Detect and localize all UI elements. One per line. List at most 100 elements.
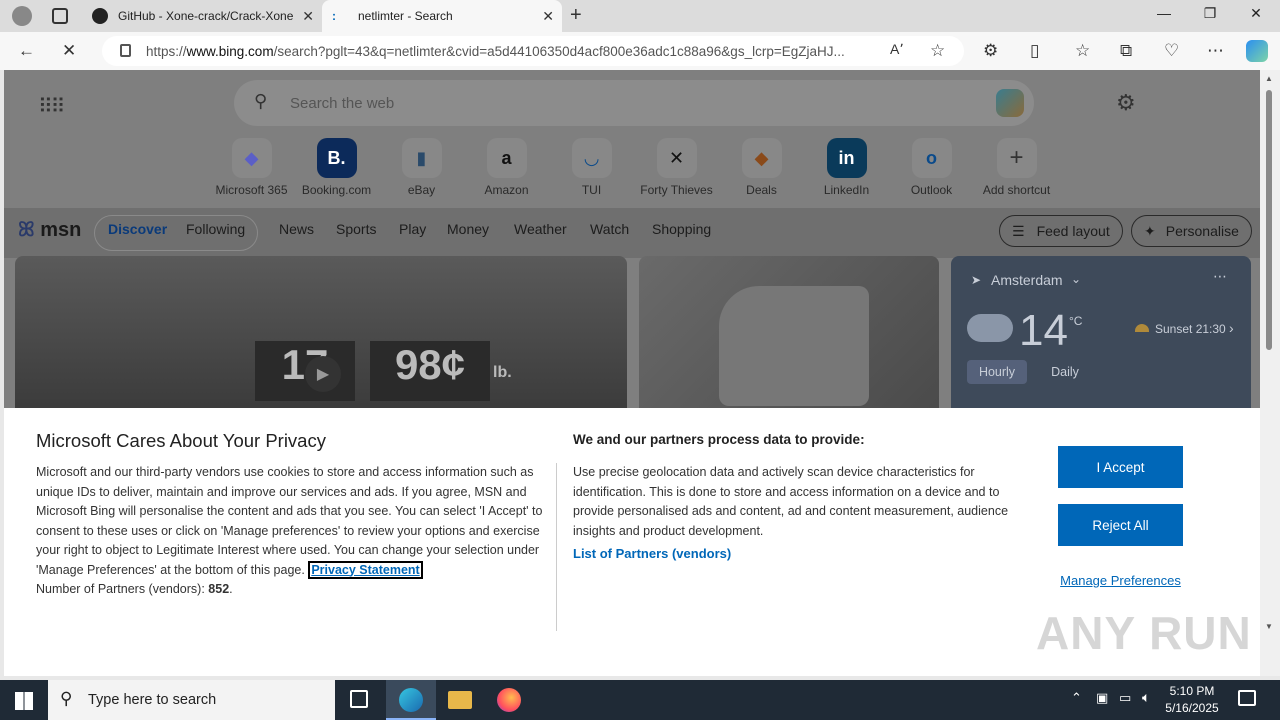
network-icon[interactable]: ▭ [1119,690,1131,706]
tab-following[interactable]: Following [186,221,245,237]
shortcut-label: Amazon [484,183,529,197]
favorite-star-icon[interactable]: ☆ [930,41,945,61]
weather-temp: 14 [1019,306,1068,355]
shortcut-amazon[interactable]: a Amazon [464,138,549,197]
nav-watch[interactable]: Watch [590,221,629,237]
github-icon [92,8,108,24]
back-icon[interactable]: ← [18,41,35,61]
chevron-down-icon[interactable]: ⌄ [1071,272,1081,286]
scroll-up-icon[interactable]: ▲ [1265,74,1273,83]
nav-news[interactable]: News [279,221,314,237]
favorites-icon[interactable]: ☆ [1075,41,1090,61]
volume-icon[interactable]: 🔈︎ [1142,689,1150,706]
copilot-icon[interactable] [1246,40,1268,62]
partners-list-link[interactable]: List of Partners (vendors) [573,546,731,561]
booking-icon: B. [316,138,357,178]
shortcut-forty-thieves[interactable]: ✕ Forty Thieves [634,138,719,197]
stop-loading-icon[interactable]: ✕ [62,41,76,61]
device-icon[interactable]: ▣ [1096,690,1108,706]
new-tab-icon[interactable]: + [570,4,582,27]
shortcut-row: ◆ Microsoft 365 B. Booking.com ▮ eBay a Amaz… [209,138,1059,197]
reject-all-button[interactable]: Reject All [1058,504,1183,546]
manage-preferences-link[interactable]: Manage Preferences [1058,573,1183,588]
tab-daily[interactable]: Daily [1041,360,1089,384]
system-clock[interactable]: 5:10 PM 5/16/2025 [1160,683,1224,717]
taskbar-search-placeholder: Type here to search [88,692,217,708]
nav-money[interactable]: Money [447,221,489,237]
copilot-icon[interactable] [996,89,1024,117]
web-search-box[interactable]: ⚲ Search the web [234,80,1034,126]
personalise-button[interactable]: ✦ Personalise [1131,215,1252,247]
file-explorer-icon[interactable] [448,691,472,709]
tray-chevron-icon[interactable]: ⌃ [1071,690,1082,706]
url-field[interactable]: https://www.bing.com/search?pglt=43&q=ne… [102,36,964,66]
extensions-icon[interactable]: ⚙ [983,41,998,61]
play-icon[interactable]: ▶ [305,356,341,392]
restore-icon[interactable]: ❐ [1187,5,1233,22]
scroll-down-icon[interactable]: ▼ [1265,622,1273,631]
profile-icon[interactable] [12,6,32,26]
minimize-icon[interactable]: — [1141,5,1187,21]
sunset-time: Sunset 21:30 [1155,322,1226,336]
loading-icon: : [332,9,336,23]
clock-date: 5/16/2025 [1165,701,1219,715]
shortcut-label: Microsoft 365 [215,183,288,197]
tab-search[interactable]: : netlimter - Search ✕ [322,0,562,32]
forty-thieves-icon: ✕ [656,138,697,178]
accept-button[interactable]: I Accept [1058,446,1183,488]
chevron-right-icon[interactable]: › [1229,320,1234,336]
shortcut-linkedin[interactable]: in LinkedIn [804,138,889,197]
search-icon: ⚲ [60,689,73,708]
edge-taskbar-icon[interactable] [386,680,436,720]
page-scrollbar[interactable]: ▲ ▼ [1260,70,1280,676]
nav-weather[interactable]: Weather [514,221,567,237]
sun-icon [1135,324,1149,332]
shortcut-ebay[interactable]: ▮ eBay [379,138,464,197]
weather-unit: °C [1069,314,1083,328]
tab-hourly[interactable]: Hourly [967,360,1027,384]
weather-city[interactable]: Amsterdam [991,272,1063,288]
weather-card[interactable]: ➤ Amsterdam ⌄ ⋯ 14 °C Sunset 21:30 › Hou… [951,256,1251,416]
read-aloud-icon[interactable]: A՚ [890,41,904,58]
privacy-statement-link[interactable]: Privacy Statement [308,560,423,579]
task-view-icon[interactable] [350,690,368,708]
more-options-icon[interactable]: ⋯ [1213,268,1227,285]
shortcut-outlook[interactable]: o Outlook [889,138,974,197]
close-tab-icon[interactable]: ✕ [302,8,314,25]
feed-layout-button[interactable]: ☰ Feed layout [999,215,1123,247]
tab-actions-icon[interactable] [52,8,68,24]
apps-grid-icon[interactable]: ⠿⠿ [38,94,65,119]
tab-title: GitHub - Xone-crack/Crack-Xone [118,9,294,23]
shortcut-label: Forty Thieves [640,183,713,197]
shortcut-booking[interactable]: B. Booking.com [294,138,379,197]
performance-icon[interactable]: ♡ [1164,41,1179,61]
anyrun-watermark: ANY RUN [1036,607,1252,659]
scroll-thumb[interactable] [1266,90,1272,350]
data-purposes-text: Use precise geolocation data and activel… [573,465,1009,538]
windows-start-icon[interactable] [15,692,33,710]
news-card-blood-pressure[interactable] [639,256,939,416]
clock-time: 5:10 PM [1169,684,1215,698]
msn-logo[interactable]: ꕤ msn [18,219,81,242]
partners-count: 852 [208,582,230,596]
nav-sports[interactable]: Sports [336,221,376,237]
shortcut-add[interactable]: + Add shortcut [974,138,1059,197]
shortcut-microsoft365[interactable]: ◆ Microsoft 365 [209,138,294,197]
firefox-icon[interactable] [497,688,521,712]
tab-github[interactable]: GitHub - Xone-crack/Crack-Xone ✕ [82,0,322,32]
close-window-icon[interactable]: ✕ [1233,5,1279,22]
taskbar-search[interactable]: ⚲ Type here to search [48,680,335,720]
settings-gear-icon[interactable]: ⚙ [1116,90,1136,116]
butterfly-icon: ꕤ [18,219,35,241]
split-screen-icon[interactable]: ▯ [1030,41,1039,61]
collections-icon[interactable]: ⧉ [1120,41,1132,61]
tab-discover[interactable]: Discover [108,221,167,237]
shortcut-deals[interactable]: ◆ Deals [719,138,804,197]
nav-shopping[interactable]: Shopping [652,221,711,237]
notifications-icon[interactable] [1238,690,1256,706]
close-tab-icon[interactable]: ✕ [542,8,554,25]
nav-play[interactable]: Play [399,221,426,237]
shortcut-tui[interactable]: ◡ TUI [549,138,634,197]
more-icon[interactable]: ⋯ [1207,41,1224,61]
hero-card-supermarket[interactable]: 17 98¢ lb. ▶ [15,256,627,416]
